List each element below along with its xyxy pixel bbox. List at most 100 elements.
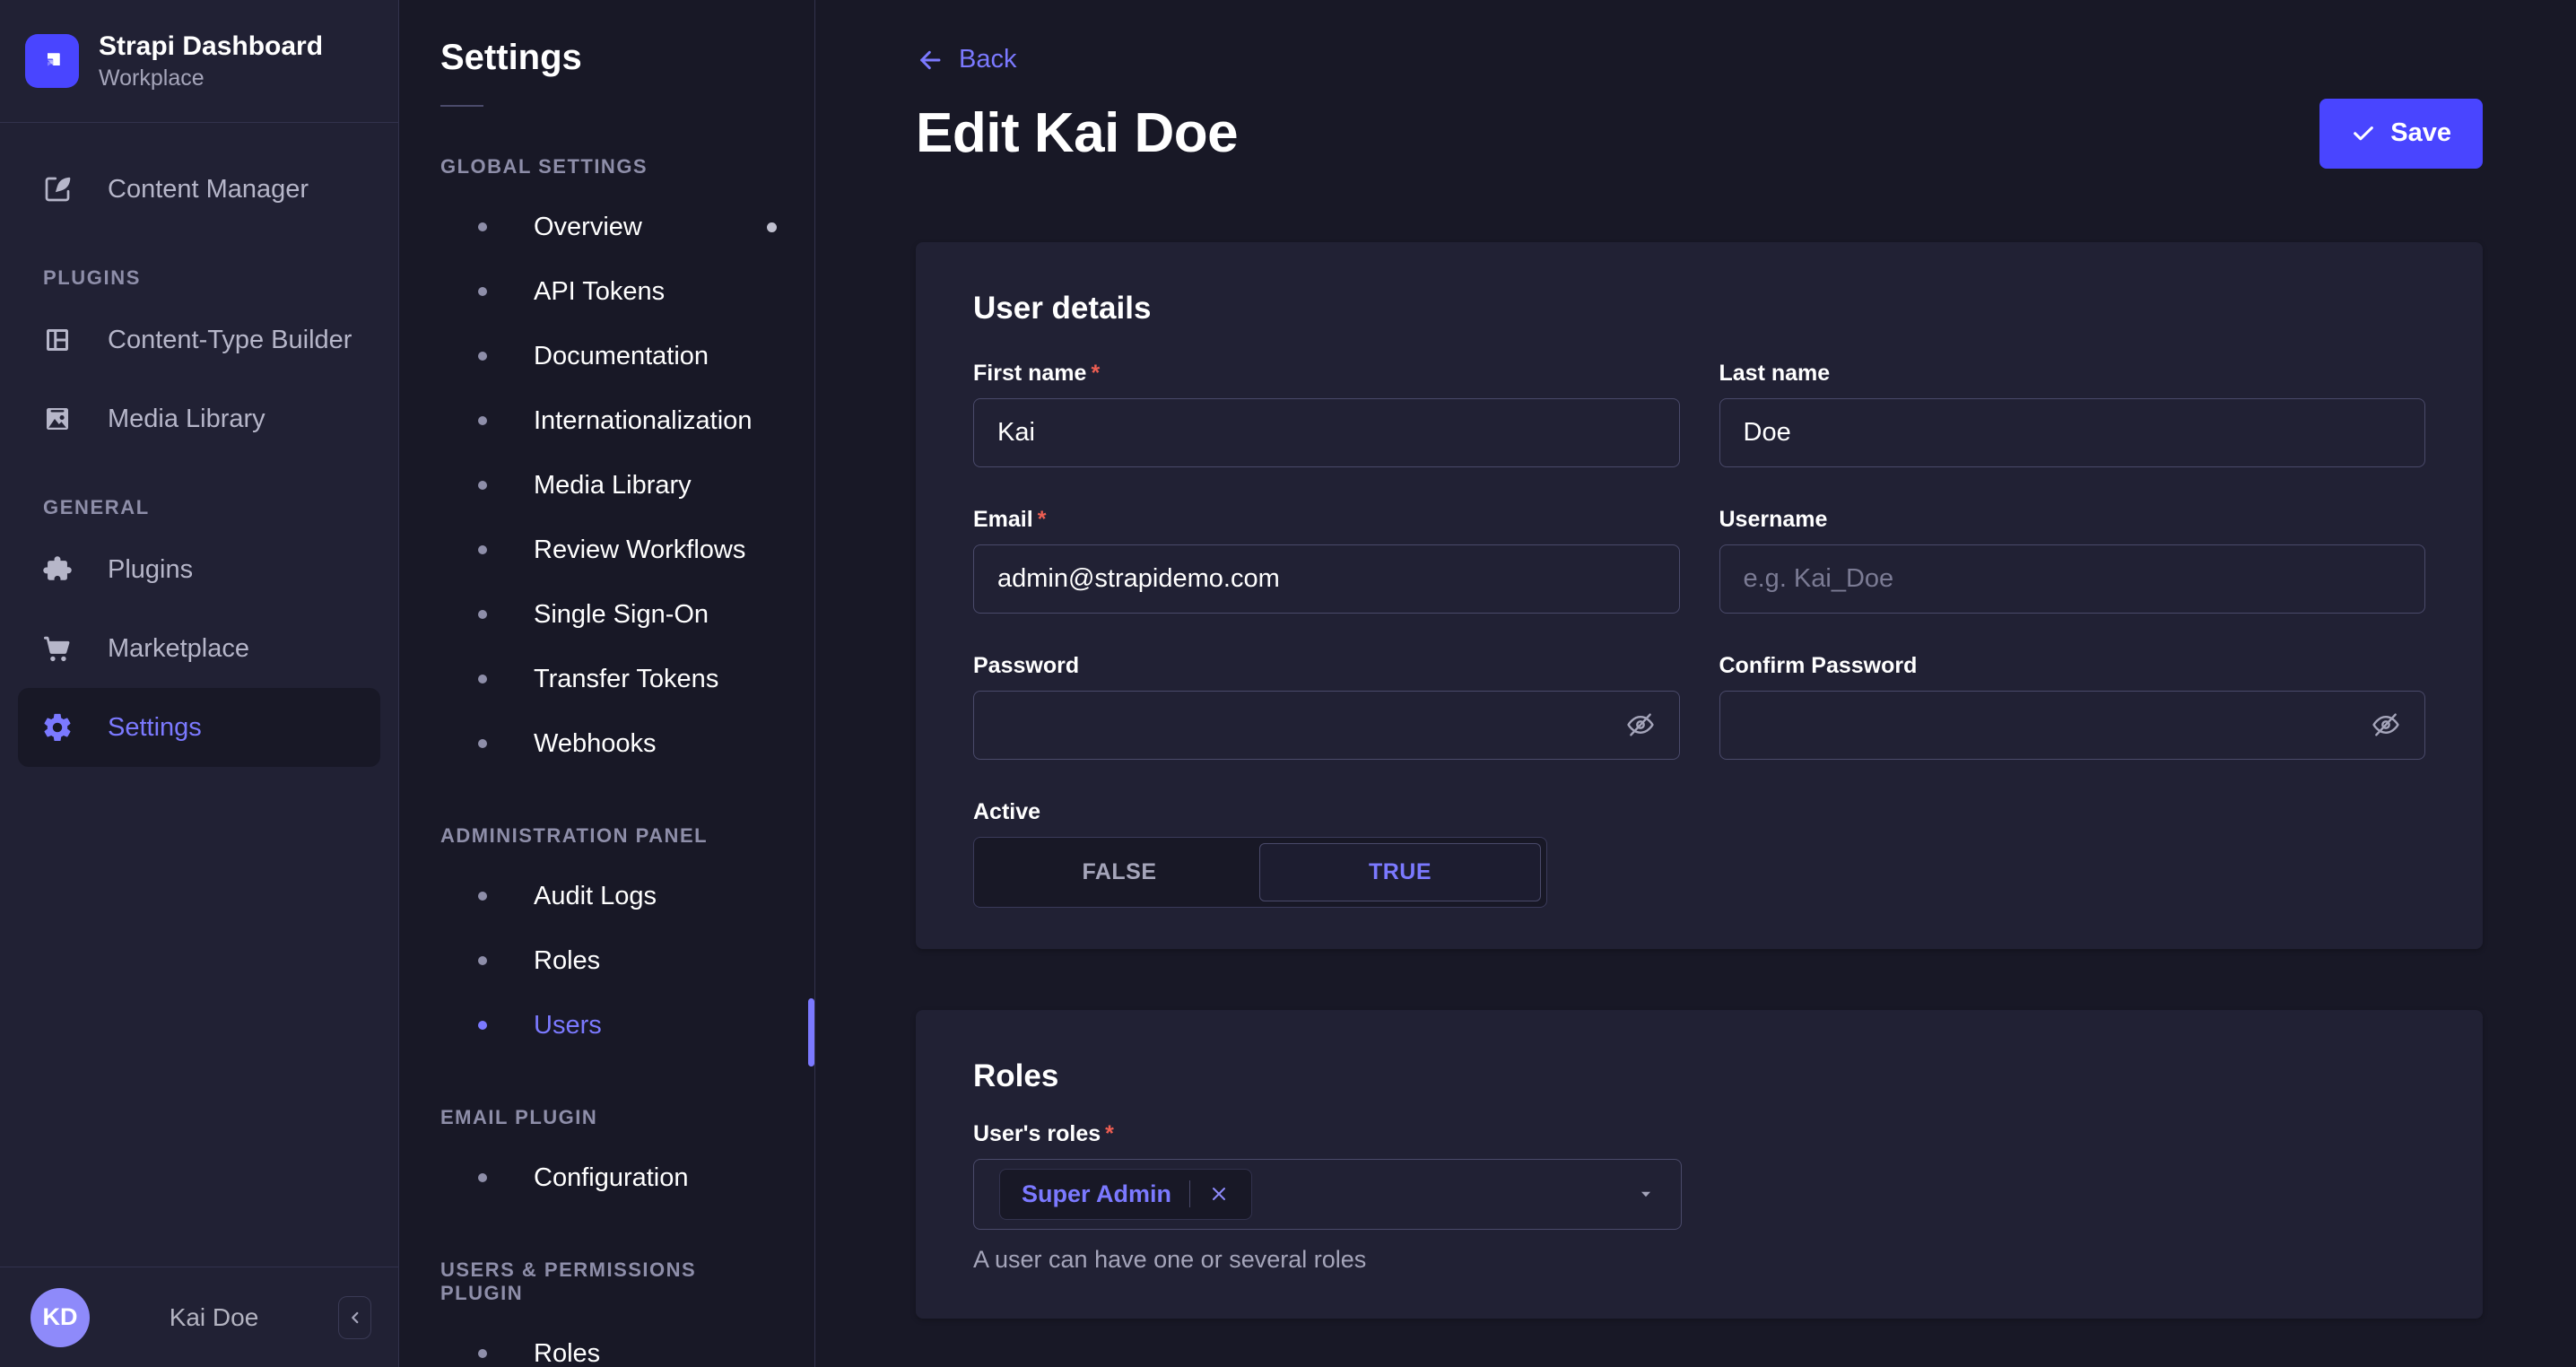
save-button[interactable]: Save (2319, 99, 2483, 169)
content-manager-icon (41, 173, 74, 205)
puzzle-icon (41, 553, 74, 586)
subnav-item-label: Roles (534, 946, 600, 976)
required-mark: * (1091, 361, 1100, 387)
username-input[interactable] (1744, 564, 2402, 594)
bullet-icon (478, 1349, 487, 1358)
user-details-grid: First name* Last name Email* (973, 361, 2425, 908)
subnav-item-webhooks[interactable]: Webhooks (399, 711, 814, 776)
label-text: Username (1719, 507, 1828, 533)
sidebar-item-settings[interactable]: Settings (18, 688, 380, 767)
subnav-item-label: Configuration (534, 1163, 689, 1193)
subnav-item-transfer-tokens[interactable]: Transfer Tokens (399, 647, 814, 711)
cart-icon (41, 632, 74, 665)
subnav-item-review-workflows[interactable]: Review Workflows (399, 518, 814, 582)
sidebar-item-content-manager[interactable]: Content Manager (18, 150, 380, 229)
main-sidebar: Strapi Dashboard Workplace Content Manag… (0, 0, 399, 1367)
subnav-item-internationalization[interactable]: Internationalization (399, 388, 814, 453)
sidebar-item-plugins[interactable]: Plugins (18, 530, 380, 609)
user-details-card: User details First name* Last name (916, 242, 2483, 949)
workspace-subtitle: Workplace (99, 65, 323, 91)
last-name-field-group: Last name (1719, 361, 2426, 467)
remove-role-button[interactable] (1208, 1183, 1230, 1205)
workspace-title: Strapi Dashboard (99, 30, 323, 63)
media-library-icon (41, 403, 74, 435)
roles-helper-text: A user can have one or several roles (973, 1246, 2425, 1274)
user-roles-field-group: User's roles* Super Admin A user can hav… (973, 1121, 2425, 1274)
subnav-item-label: API Tokens (534, 277, 665, 307)
subnav-item-api-tokens[interactable]: API Tokens (399, 259, 814, 324)
first-name-label: First name* (973, 361, 1680, 387)
sidebar-item-content-type-builder[interactable]: Content-Type Builder (18, 300, 380, 379)
settings-subnav: Settings GLOBAL SETTINGS Overview API To… (399, 0, 815, 1367)
sidebar-item-marketplace[interactable]: Marketplace (18, 609, 380, 688)
subnav-item-configuration[interactable]: Configuration (399, 1145, 814, 1210)
bullet-icon (478, 287, 487, 296)
bullet-icon (478, 481, 487, 490)
subnav-title-rule (440, 105, 483, 107)
sidebar-collapse-button[interactable] (338, 1296, 371, 1339)
sidebar-item-label: Media Library (108, 405, 265, 434)
password-field-group: Password (973, 653, 1680, 760)
role-tag-super-admin[interactable]: Super Admin (999, 1169, 1252, 1220)
first-name-input[interactable] (997, 418, 1656, 448)
subnav-item-label: Review Workflows (534, 535, 745, 565)
back-link[interactable]: Back (916, 45, 1016, 74)
label-text: Confirm Password (1719, 653, 1918, 679)
subnav-item-label: Single Sign-On (534, 600, 709, 630)
content-type-builder-icon (41, 324, 74, 356)
confirm-password-label: Confirm Password (1719, 653, 2426, 679)
required-mark: * (1038, 507, 1047, 533)
subnav-item-single-sign-on[interactable]: Single Sign-On (399, 582, 814, 647)
subnav-item-label: Users (534, 1011, 602, 1040)
bullet-icon (478, 610, 487, 619)
email-field-group: Email* (973, 507, 1680, 614)
sidebar-item-label: Content-Type Builder (108, 326, 352, 355)
label-text: Email (973, 507, 1033, 533)
bullet-icon (478, 352, 487, 361)
subnav-item-documentation[interactable]: Documentation (399, 324, 814, 388)
sidebar-section-general: GENERAL (43, 496, 380, 519)
page-title: Edit Kai Doe (916, 101, 1238, 165)
footer-user-name: Kai Doe (90, 1303, 338, 1332)
sidebar-item-label: Plugins (108, 555, 193, 585)
role-tag-label: Super Admin (1022, 1180, 1171, 1208)
first-name-input-box (973, 398, 1680, 467)
subnav-item-audit-logs[interactable]: Audit Logs (399, 864, 814, 928)
password-visibility-toggle[interactable] (1625, 710, 1656, 740)
active-toggle: FALSE TRUE (973, 837, 1547, 908)
bullet-icon (478, 739, 487, 748)
username-field-group: Username (1719, 507, 2426, 614)
bullet-icon (478, 416, 487, 425)
subnav-scrollbar-thumb[interactable] (808, 998, 814, 1067)
save-label: Save (2390, 118, 2451, 148)
workspace-brand[interactable]: Strapi Dashboard Workplace (0, 0, 398, 123)
subnav-section-users-permissions-plugin: USERS & PERMISSIONS PLUGIN (440, 1258, 773, 1305)
avatar[interactable]: KD (30, 1288, 90, 1347)
password-label: Password (973, 653, 1680, 679)
confirm-password-visibility-toggle[interactable] (2371, 710, 2401, 740)
bullet-icon (478, 1173, 487, 1182)
active-toggle-false[interactable]: FALSE (979, 843, 1259, 901)
sidebar-item-media-library[interactable]: Media Library (18, 379, 380, 458)
subnav-section-email-plugin: EMAIL PLUGIN (440, 1106, 773, 1129)
chevron-left-icon (345, 1308, 365, 1328)
bullet-icon (478, 545, 487, 554)
sidebar-item-label: Marketplace (108, 634, 249, 664)
subnav-item-up-roles[interactable]: Roles (399, 1321, 814, 1367)
roles-card: Roles User's roles* Super Admin A user c… (916, 1010, 2483, 1319)
subnav-item-label: Documentation (534, 342, 709, 371)
last-name-input[interactable] (1744, 418, 2402, 448)
subnav-item-label: Webhooks (534, 729, 657, 759)
label-text: Password (973, 653, 1079, 679)
subnav-item-media-library[interactable]: Media Library (399, 453, 814, 518)
user-roles-select[interactable]: Super Admin (973, 1159, 1682, 1230)
confirm-password-input[interactable] (1744, 710, 2359, 740)
subnav-item-admin-roles[interactable]: Roles (399, 928, 814, 993)
email-input[interactable] (997, 564, 1656, 594)
eye-off-icon (2371, 710, 2401, 740)
password-input[interactable] (997, 710, 1613, 740)
subnav-item-users[interactable]: Users (399, 993, 814, 1058)
subnav-item-overview[interactable]: Overview (399, 195, 814, 259)
active-toggle-true[interactable]: TRUE (1259, 843, 1541, 901)
subnav-item-label: Media Library (534, 471, 692, 501)
